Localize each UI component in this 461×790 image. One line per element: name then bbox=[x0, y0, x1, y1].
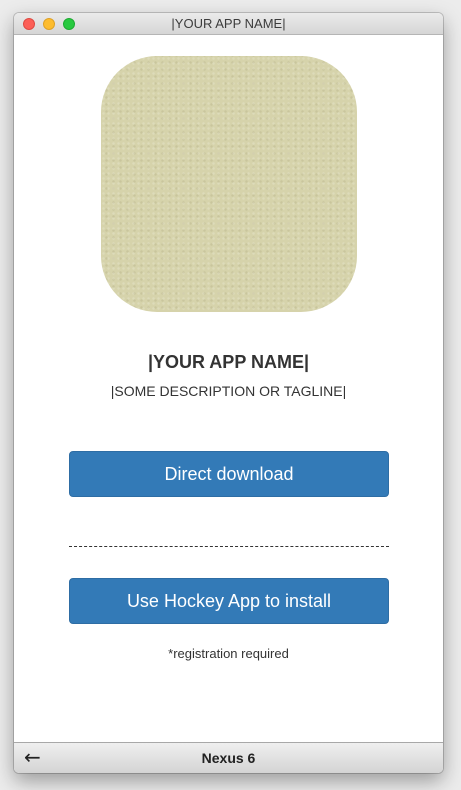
divider bbox=[69, 546, 389, 547]
title-bar: |YOUR APP NAME| bbox=[14, 13, 443, 35]
app-icon bbox=[101, 56, 357, 312]
app-tagline: |SOME DESCRIPTION OR TAGLINE| bbox=[110, 383, 347, 399]
app-name: |YOUR APP NAME| bbox=[147, 352, 310, 372]
device-bar: ← Nexus 6 bbox=[14, 742, 443, 773]
window-title: |YOUR APP NAME| bbox=[171, 16, 286, 31]
device-name: Nexus 6 bbox=[201, 750, 256, 766]
registration-note: *registration required bbox=[168, 646, 289, 661]
hockey-install-button[interactable]: Use Hockey App to install bbox=[69, 578, 389, 624]
page-content: |YOUR APP NAME| |SOME DESCRIPTION OR TAG… bbox=[14, 35, 443, 742]
app-window: |YOUR APP NAME| |YOUR APP NAME| |SOME DE… bbox=[14, 13, 443, 773]
direct-download-button[interactable]: Direct download bbox=[69, 451, 389, 497]
